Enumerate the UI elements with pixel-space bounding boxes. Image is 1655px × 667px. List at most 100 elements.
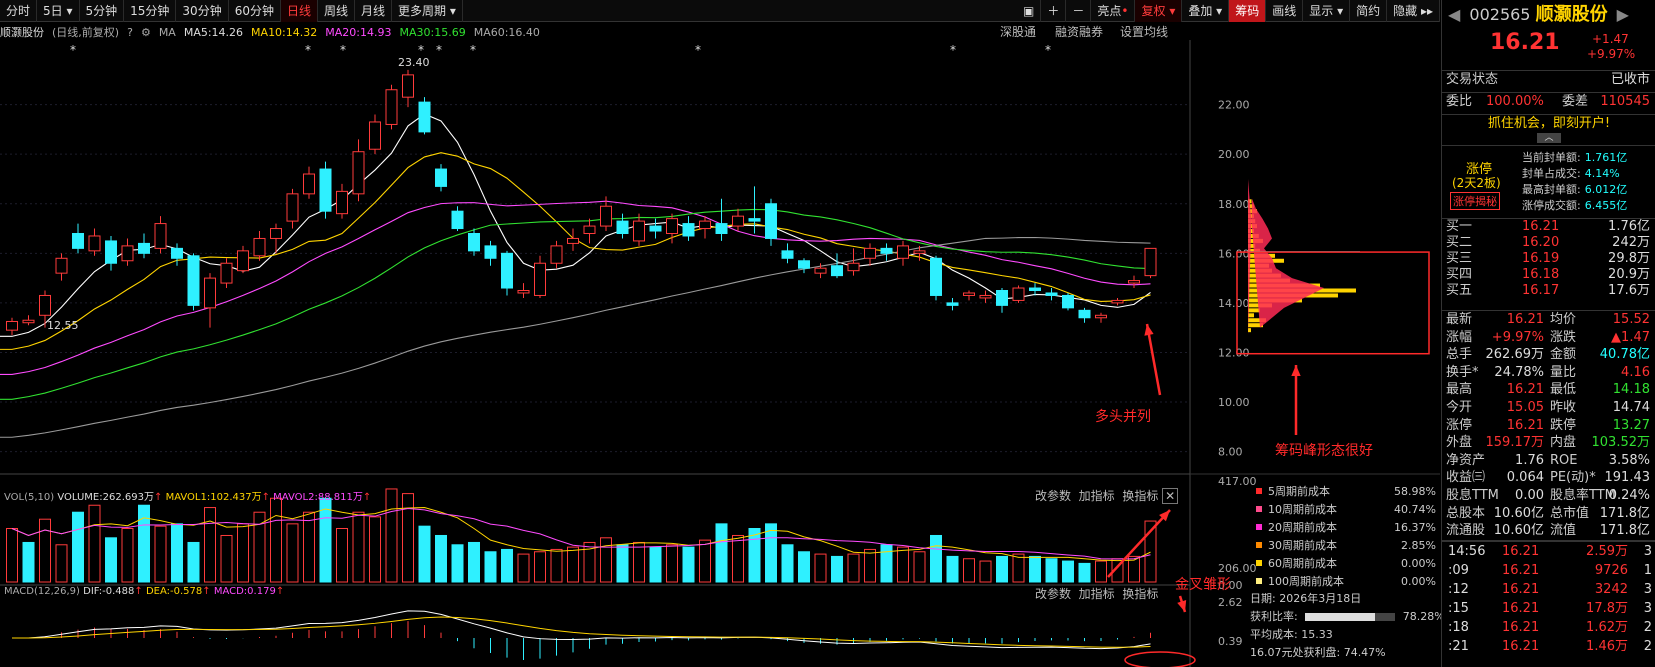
arrow-bull-alignment-head — [1144, 324, 1154, 336]
vol-edit-params[interactable]: 改参数 — [1035, 489, 1071, 503]
volume-bar — [913, 551, 926, 583]
tab-daily[interactable]: 日线 — [280, 0, 318, 22]
stats-row: 股息TTM 0.00 股息率TTM 0.24% — [1442, 487, 1655, 505]
tab-more-periods[interactable]: 更多周期 ▾ — [392, 0, 463, 22]
limit-up-reveal-button[interactable]: 涨停揭秘 — [1450, 192, 1500, 210]
chips-button[interactable]: 筹码 — [1229, 0, 1267, 22]
promo-link[interactable]: 抓住机会，即刻开户! — [1442, 114, 1655, 132]
hide-button[interactable]: 隐藏 ▸▸ — [1387, 0, 1440, 22]
tick-time: :12 — [1448, 582, 1469, 597]
volume-bar — [649, 546, 662, 583]
tab-fenshi[interactable]: 分时 — [0, 0, 38, 22]
margin-link[interactable]: 融资融券 — [1055, 23, 1103, 40]
price-header: 16.21 +1.47 +9.97% — [1442, 32, 1655, 62]
candle-body — [963, 292, 975, 296]
macd-switch-indicator[interactable]: 换指标 — [1122, 587, 1158, 601]
stock-header: ◀ 002565 顺灏股份 ▶ — [1442, 4, 1655, 26]
stats-row: 流通股 10.60亿 流值 171.8亿 — [1442, 522, 1655, 540]
chip-legend-row: 10周期前成本 40.74% — [1250, 501, 1440, 519]
volume-bar — [946, 555, 959, 583]
price-tick-label: 22.00 — [1218, 99, 1250, 112]
macd-edit-params[interactable]: 改参数 — [1035, 587, 1071, 601]
tick-volume: 1.46万 — [1586, 639, 1628, 654]
ma10-value: MA10:14.32 — [251, 25, 318, 39]
tab-15min[interactable]: 15分钟 — [124, 0, 177, 22]
tick-count: 3 — [1643, 582, 1652, 597]
seal-label: 当前封单额: — [1522, 151, 1581, 164]
gear-icon[interactable]: ⚙ — [141, 26, 151, 39]
ma5-value: MA5:14.26 — [183, 25, 244, 39]
tab-5min[interactable]: 5分钟 — [80, 0, 125, 22]
macd-add-indicator[interactable]: 加指标 — [1079, 587, 1115, 601]
bid-row: 买二 16.20 242万 — [1442, 235, 1655, 251]
stat-label: 最高 — [1446, 382, 1473, 398]
display-button[interactable]: 显示 ▾ — [1303, 0, 1351, 22]
candle-body — [468, 232, 480, 252]
stat-label: 外盘 — [1446, 435, 1473, 451]
volume-bar — [303, 511, 315, 583]
tab-30min[interactable]: 30分钟 — [176, 0, 229, 22]
candle-body — [220, 262, 233, 284]
volume-bar — [22, 541, 35, 583]
tick-count: 2 — [1643, 639, 1652, 654]
stats-row: 收益㈢ 0.064 PE(动)* 191.43 — [1442, 469, 1655, 487]
zoom-in-icon[interactable]: ＋ — [1041, 0, 1067, 22]
stat-value: 14.18 — [1612, 382, 1650, 398]
stat-label: 股息TTM — [1446, 487, 1499, 503]
set-ma-link[interactable]: 设置均线 — [1120, 23, 1168, 40]
highlight-button[interactable]: 亮点• — [1091, 0, 1136, 22]
candle-body — [600, 205, 612, 227]
seal-label: 涨停成交额: — [1522, 199, 1581, 212]
tab-weekly[interactable]: 周线 — [318, 0, 356, 22]
tick-row: :15 16.21 17.8万 3 — [1442, 599, 1655, 618]
vol-switch-indicator[interactable]: 换指标 — [1122, 489, 1158, 503]
candle-body — [831, 265, 843, 277]
kline-chart[interactable]: 22.0020.0018.0016.0014.0012.0010.008.00 … — [0, 40, 1440, 667]
next-stock-icon[interactable]: ▶ — [1617, 5, 1629, 24]
collapse-icon[interactable]: ︿ — [1537, 133, 1561, 143]
macd-title-bar: MACD(12,26,9) DIF:-0.488↑ DEA:-0.578↑ MA… — [4, 586, 285, 597]
candle-body — [666, 218, 678, 234]
tab-monthly[interactable]: 月线 — [355, 0, 393, 22]
prev-stock-icon[interactable]: ◀ — [1448, 5, 1460, 24]
chip-legend-row: 100周期前成本 0.00% — [1250, 573, 1440, 591]
volume-bar — [567, 546, 579, 583]
bid-price: 16.17 — [1522, 283, 1560, 298]
volume-bar — [204, 507, 216, 583]
event-star: * — [70, 43, 76, 57]
stats-row: 换手* 24.78% 量比 4.16 — [1442, 364, 1655, 382]
bid-price: 16.18 — [1522, 267, 1560, 282]
tab-5day[interactable]: 5日 ▾ — [37, 0, 80, 22]
stat-value: 16.21 — [1506, 417, 1544, 433]
volume-bar — [781, 544, 794, 583]
candle-body — [418, 101, 431, 133]
tab-60min[interactable]: 60分钟 — [229, 0, 281, 22]
lock-icon[interactable]: ▣ — [1017, 0, 1042, 22]
candle-body — [682, 223, 695, 237]
macd-plot: 2.62 0.39 — [11, 596, 1243, 661]
zoom-out-icon[interactable]: － — [1066, 0, 1092, 22]
macd-tools: 改参数 加指标 换指标 — [1035, 585, 1158, 602]
seal-label: 封单占成交: — [1522, 167, 1581, 180]
order-diff-label: 委差 — [1562, 94, 1589, 109]
tick-list: 14:56 16.21 2.59万 3:09 16.21 9726 1:12 16.21 324… — [1442, 540, 1655, 656]
draw-button[interactable]: 画线 — [1266, 0, 1304, 22]
volume-bar — [534, 551, 546, 583]
help-icon[interactable]: ? — [127, 26, 133, 39]
adjust-button[interactable]: 复权 ▾ — [1135, 0, 1183, 22]
stat-label: 最低 — [1550, 382, 1577, 398]
volume-bar — [699, 539, 711, 583]
high-price-label: 23.40 — [398, 56, 430, 69]
chip-legend-row: 30周期前成本 2.85% — [1250, 537, 1440, 555]
candle-body — [649, 225, 662, 232]
candle-body — [435, 168, 447, 187]
candle-body — [451, 210, 464, 230]
bid-row: 买三 16.19 29.8万 — [1442, 251, 1655, 267]
vol-add-indicator[interactable]: 加指标 — [1079, 489, 1115, 503]
hk-connect-link[interactable]: 深股通 — [1000, 23, 1036, 40]
volume-bar — [402, 493, 414, 583]
volume-bar — [55, 544, 68, 583]
close-icon[interactable]: ✕ — [1162, 488, 1179, 504]
overlay-button[interactable]: 叠加 ▾ — [1182, 0, 1230, 22]
simple-button[interactable]: 简约 — [1350, 0, 1388, 22]
